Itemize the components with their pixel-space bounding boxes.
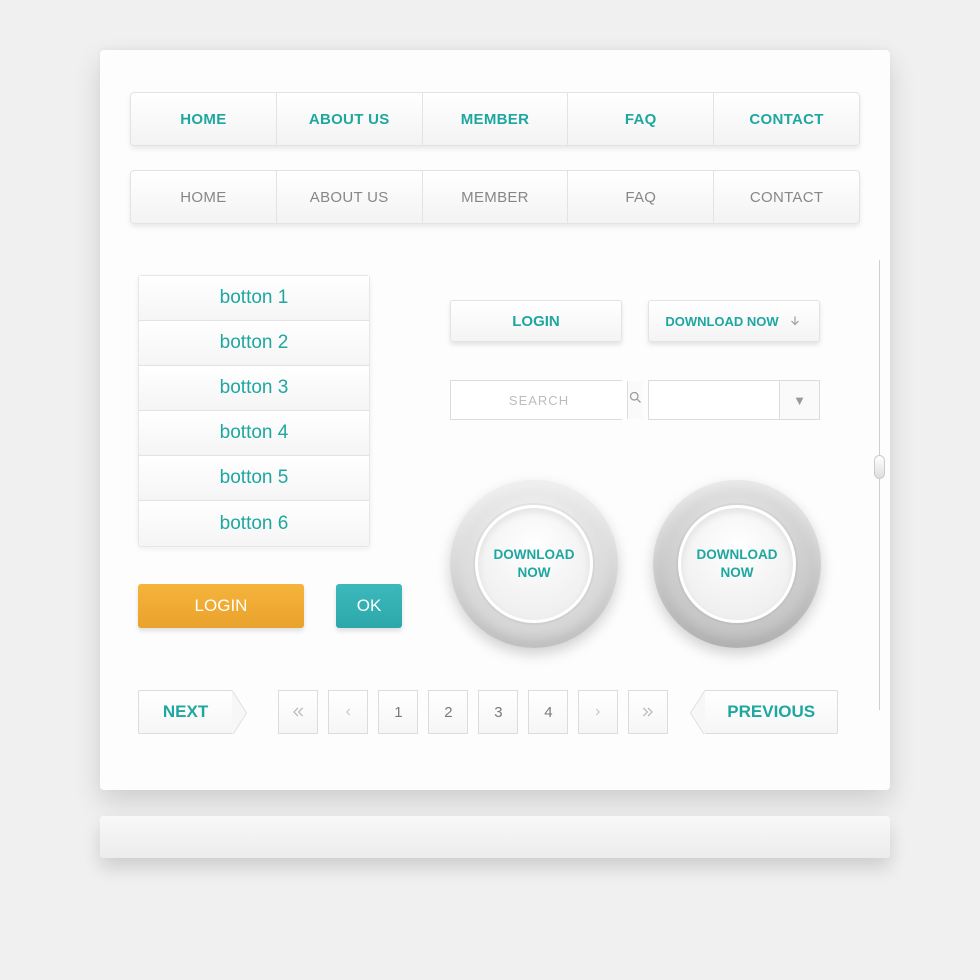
round-download-label-2: DOWNLOADNOW: [678, 505, 796, 623]
dropdown-select[interactable]: ▼: [648, 380, 820, 420]
next-button[interactable]: NEXT: [138, 690, 233, 734]
navbar-primary: HOME ABOUT US MEMBER FAQ CONTACT: [130, 92, 860, 146]
page-3[interactable]: 3: [478, 690, 518, 734]
footer-bar: [100, 816, 890, 858]
download-button-label: DOWNLOAD NOW: [665, 314, 778, 329]
search-button[interactable]: [627, 381, 643, 419]
round-download-button-2[interactable]: DOWNLOADNOW: [653, 480, 821, 648]
nav-contact[interactable]: CONTACT: [714, 93, 859, 145]
search-box: [450, 380, 622, 420]
nav-about[interactable]: ABOUT US: [277, 93, 423, 145]
download-button[interactable]: DOWNLOAD NOW: [648, 300, 820, 342]
pager-next-icon[interactable]: [578, 690, 618, 734]
vbutton-3[interactable]: botton 3: [139, 366, 369, 411]
vbutton-2[interactable]: botton 2: [139, 321, 369, 366]
search-input[interactable]: [451, 381, 627, 419]
vertical-button-list: botton 1 botton 2 botton 3 botton 4 bott…: [138, 275, 370, 547]
round-download-button-1[interactable]: DOWNLOADNOW: [450, 480, 618, 648]
page-2[interactable]: 2: [428, 690, 468, 734]
vbutton-6[interactable]: botton 6: [139, 501, 369, 546]
search-icon: [628, 390, 643, 410]
nav2-about[interactable]: ABOUT US: [277, 171, 423, 223]
pagination: NEXT 1 2 3 4 PREVIOUS: [138, 690, 838, 734]
vbutton-4[interactable]: botton 4: [139, 411, 369, 456]
navbar-secondary: HOME ABOUT US MEMBER FAQ CONTACT: [130, 170, 860, 224]
dropdown-value: [649, 381, 779, 419]
vbutton-5[interactable]: botton 5: [139, 456, 369, 501]
nav-home[interactable]: HOME: [131, 93, 277, 145]
nav-faq[interactable]: FAQ: [568, 93, 714, 145]
nav2-faq[interactable]: FAQ: [568, 171, 714, 223]
scrollbar-thumb[interactable]: [874, 455, 885, 479]
pager-first-icon[interactable]: [278, 690, 318, 734]
previous-button[interactable]: PREVIOUS: [704, 690, 838, 734]
page-1[interactable]: 1: [378, 690, 418, 734]
page-4[interactable]: 4: [528, 690, 568, 734]
login-button[interactable]: LOGIN: [450, 300, 622, 342]
scrollbar-track: [879, 260, 880, 710]
nav2-contact[interactable]: CONTACT: [714, 171, 859, 223]
nav2-home[interactable]: HOME: [131, 171, 277, 223]
nav-member[interactable]: MEMBER: [423, 93, 569, 145]
round-download-label-1: DOWNLOADNOW: [475, 505, 593, 623]
orange-login-button[interactable]: LOGIN: [138, 584, 304, 628]
pager-last-icon[interactable]: [628, 690, 668, 734]
teal-ok-button[interactable]: OK: [336, 584, 402, 628]
download-arrow-icon: [787, 313, 803, 329]
vbutton-1[interactable]: botton 1: [139, 276, 369, 321]
pager-prev-icon[interactable]: [328, 690, 368, 734]
ui-kit-panel: HOME ABOUT US MEMBER FAQ CONTACT HOME AB…: [100, 50, 890, 790]
chevron-down-icon: ▼: [779, 381, 819, 419]
nav2-member[interactable]: MEMBER: [423, 171, 569, 223]
